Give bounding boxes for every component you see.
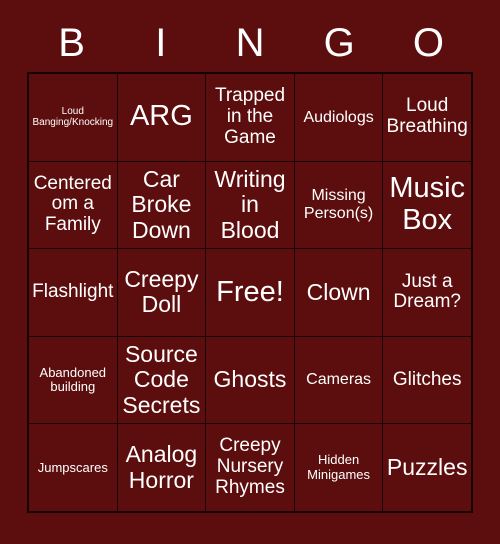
- bingo-cell-label: Flashlight: [32, 281, 114, 303]
- bingo-cell-label: Music Box: [389, 172, 466, 236]
- bingo-cell[interactable]: Flashlight: [29, 249, 117, 336]
- bingo-header: B I N G O: [27, 14, 473, 72]
- bingo-cell[interactable]: Creepy Nursery Rhymes: [206, 424, 294, 511]
- bingo-cell-label: Centered om a Family: [33, 172, 112, 236]
- header-letter-b: B: [58, 21, 85, 65]
- bingo-cell-label: Abandoned building: [39, 364, 107, 395]
- bingo-cell-label: Just a Dream?: [393, 270, 461, 313]
- bingo-cell[interactable]: Writing in Blood: [206, 161, 294, 249]
- bingo-cell-label: Car Broke Down: [131, 165, 192, 243]
- bingo-cell-label: ARG: [129, 100, 193, 133]
- bingo-cell-label: Loud Banging/Knocking: [32, 106, 114, 129]
- bingo-cell-label: Writing in Blood: [214, 165, 286, 243]
- bingo-cell-label: Trapped in the Game: [214, 84, 286, 148]
- bingo-cell[interactable]: Clown: [294, 249, 383, 336]
- header-letter-g: G: [323, 21, 355, 65]
- bingo-cell[interactable]: Abandoned building: [29, 336, 117, 424]
- bingo-cell[interactable]: Loud Breathing: [383, 74, 471, 161]
- bingo-grid: Loud Banging/Knocking ARG Trapped in the…: [27, 72, 473, 513]
- bingo-cell-label: Hidden Minigames: [307, 452, 371, 482]
- bingo-cell[interactable]: Just a Dream?: [383, 249, 471, 336]
- bingo-cell-label: Ghosts: [213, 366, 287, 393]
- bingo-cell[interactable]: Trapped in the Game: [206, 74, 294, 161]
- bingo-cell-label: Creepy Nursery Rhymes: [215, 435, 285, 499]
- bingo-cell[interactable]: Puzzles: [383, 424, 471, 511]
- bingo-cell[interactable]: Ghosts: [206, 336, 294, 424]
- bingo-cell-label: Missing Person(s): [303, 187, 374, 222]
- bingo-cell[interactable]: Missing Person(s): [294, 161, 383, 249]
- bingo-cell[interactable]: Car Broke Down: [117, 161, 206, 249]
- bingo-cell-label: Loud Breathing: [386, 95, 468, 138]
- bingo-cell-label: Clown: [306, 278, 371, 305]
- bingo-cell-label: Cameras: [306, 371, 372, 389]
- bingo-cell-label: Source Code Secrets: [122, 341, 201, 418]
- bingo-cell-label: Jumpscares: [37, 459, 108, 475]
- bingo-cell[interactable]: ARG: [117, 74, 206, 161]
- bingo-cell[interactable]: Creepy Doll: [117, 249, 206, 336]
- bingo-cell[interactable]: Music Box: [383, 161, 471, 249]
- bingo-cell-label: Free!: [216, 275, 284, 308]
- bingo-cell[interactable]: Glitches: [383, 336, 471, 424]
- bingo-cell[interactable]: Centered om a Family: [29, 161, 117, 249]
- header-letter-n: N: [235, 21, 265, 65]
- bingo-cell-label: Audiologs: [303, 108, 374, 126]
- bingo-card: B I N G O Loud Banging/Knocking ARG Trap…: [0, 0, 500, 544]
- bingo-cell[interactable]: Source Code Secrets: [117, 336, 206, 424]
- bingo-cell-free[interactable]: Free!: [206, 249, 294, 336]
- bingo-cell[interactable]: Loud Banging/Knocking: [29, 74, 117, 161]
- bingo-cell-label: Creepy Doll: [124, 266, 199, 318]
- header-letter-o: O: [412, 21, 444, 65]
- bingo-cell[interactable]: Audiologs: [294, 74, 383, 161]
- header-letter-i: I: [155, 21, 167, 65]
- bingo-cell[interactable]: Cameras: [294, 336, 383, 424]
- bingo-cell[interactable]: Hidden Minigames: [294, 424, 383, 511]
- bingo-cell-label: Puzzles: [386, 454, 468, 481]
- bingo-cell[interactable]: Analog Horror: [117, 424, 206, 511]
- bingo-cell-label: Analog Horror: [125, 441, 198, 493]
- bingo-cell[interactable]: Jumpscares: [29, 424, 117, 511]
- bingo-cell-label: Glitches: [392, 368, 462, 390]
